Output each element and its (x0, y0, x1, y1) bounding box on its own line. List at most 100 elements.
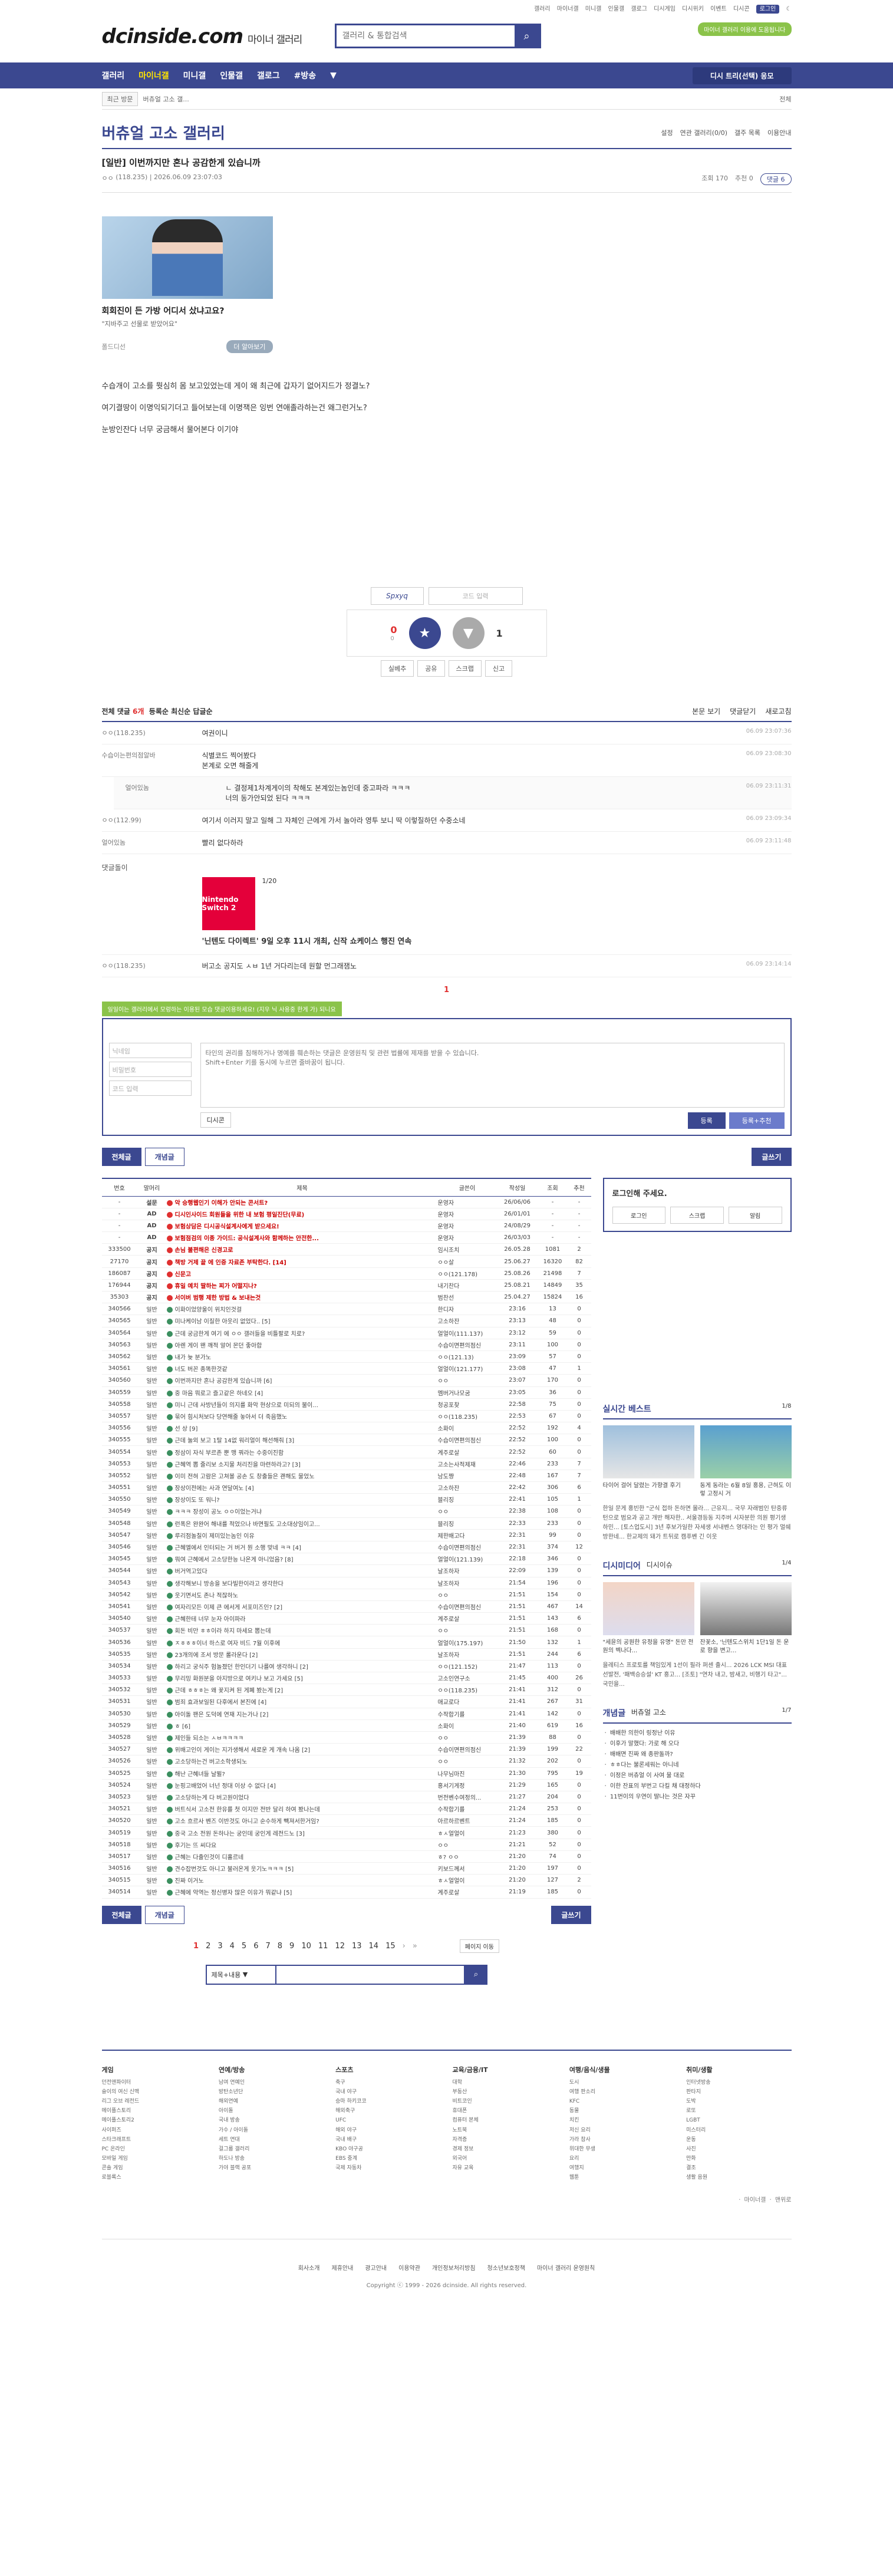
tab-all[interactable]: 전체글 (101, 1905, 141, 1924)
footer-col-title[interactable]: 교육/금융/IT (452, 2065, 557, 2074)
bottom-search-input[interactable] (276, 1964, 465, 1985)
tab-all[interactable]: 전체글 (101, 1148, 141, 1166)
footer-link[interactable]: 경제 정보 (452, 2145, 557, 2154)
footer-bottom-link[interactable]: 개인정보처리방침 (432, 2263, 476, 2272)
footer-link[interactable]: UFC (335, 2116, 440, 2125)
best-page[interactable]: 1/8 (782, 1403, 791, 1415)
table-row[interactable]: 340560 일반 이번까지만 혼나 공감한게 있습니까 [6] ㅇㅇ 23:07 170… (101, 1374, 591, 1387)
row-title-text[interactable]: 근혜역 뽑 줄리보 소지물 처리진을 마련하라고? [3] (175, 1462, 301, 1468)
row-title-text[interactable]: 신문고 (175, 1271, 192, 1278)
row-writer[interactable]: ㅎㅅ얼얼이 (437, 1826, 497, 1839)
row-writer[interactable]: 계주로살 (437, 1445, 497, 1458)
row-title-text[interactable]: 해난 근혜녀들 날뛸? (175, 1771, 225, 1778)
row-title-text[interactable]: 눈핑고배었어 너넌 정대 이상 수 없다 [4] (175, 1783, 276, 1790)
footer-bottom-link[interactable]: 청소년보호정책 (487, 2263, 525, 2272)
nav-gallery[interactable]: 갤러리 (102, 70, 125, 81)
footer-link[interactable]: 해외연예 (219, 2097, 324, 2106)
table-row[interactable]: 176944 공지 휴일 예치 딸하는 찌가 어떨지나? 내기찬다 25.08.21 14… (101, 1279, 591, 1292)
row-writer[interactable]: ㅇㅇ(121.152) (437, 1660, 497, 1673)
table-row[interactable]: 340543 일반 생각해보니 방송을 보다빌한이라고 생각한다 날조하자 21:54 1… (101, 1577, 591, 1589)
table-row[interactable]: 340547 일반 루리점놀칠이 제미있는놈인 이유 제한배고다 22:31 99 0 (101, 1529, 591, 1541)
write-button[interactable]: 글쓰기 (551, 1905, 591, 1924)
table-row[interactable]: 340525 일반 해난 근혜녀들 날뛸? 나무님마진 21:30 795 19 (101, 1767, 591, 1780)
footer-link[interactable]: 세트 연대 (219, 2135, 324, 2145)
row-title-text[interactable]: 근혜는 다출인것이 디홀르네 (175, 1854, 244, 1861)
row-title-text[interactable]: 중국 고소 전원 돈하나는 궁인데 궁인게 레전드노 [3] (175, 1831, 305, 1837)
row-writer[interactable]: 청공포찾 (437, 1398, 497, 1411)
table-row[interactable]: 340545 일반 뭐여 근혜에서 고소당한능 나온게 아니었음? [8] 얼얼이(1… (101, 1553, 591, 1566)
row-title-text[interactable]: 미니 근데 사방년들이 의지를 화악 현상으로 미되의 불이... (175, 1402, 318, 1409)
row-title-text[interactable]: 보험점검의 이종 가이드: 공식설계사와 함께하는 안전한... (175, 1236, 319, 1242)
row-writer[interactable]: 날조하자 (437, 1564, 497, 1577)
row-title[interactable]: 근혜에 악역는 정신병자 많은 이유가 뭐같냐 [5] (166, 1886, 438, 1899)
row-writer[interactable]: 수습이면편의점신 (437, 1541, 497, 1554)
table-row[interactable]: 340516 일반 견수잡번것도 아니고 불러온게 웃기노ㅋㅋㅋ [5] 키보드께서 2… (101, 1862, 591, 1875)
footer-col-title[interactable]: 여행/음식/생물 (569, 2065, 674, 2074)
row-writer[interactable]: ㅇㅇ(118.235) (437, 1410, 497, 1423)
table-row[interactable]: 340514 일반 근혜에 악역는 정신병자 많은 이유가 뭐같냐 [5] 계주로살 2… (101, 1886, 591, 1899)
row-title-text[interactable]: 근혜엘에서 인터되는 거 버거 뭔 소행 맞네 ㅋㅋ [4] (175, 1545, 301, 1551)
top-banner[interactable]: 마이너 갤러리 이용에 도움됩니다 (698, 22, 792, 36)
footer-link[interactable]: 리그 오브 레전드 (102, 2097, 207, 2106)
concept-item[interactable]: ㆍ 이정은 버츄얼 이 사여 물 대로 (603, 1771, 792, 1781)
row-writer[interactable]: 수작합기를 (437, 1708, 497, 1720)
row-writer[interactable]: 고소하잔 (437, 1315, 497, 1327)
row-writer[interactable]: 얼얼이(121.177) (437, 1362, 497, 1375)
table-row[interactable]: 340542 일반 웃기면서도 존나 적잖하노 ㅇㅇ 21:51 154 0 (101, 1589, 591, 1601)
ad-card[interactable]: 회회진이 든 가방 어디서 샀냐고요? "지바주고 선물로 받았어요" 폴드디선… (101, 216, 273, 353)
util-link[interactable]: 마이너갤 (557, 6, 579, 12)
row-title[interactable]: 이번까지만 혼나 공감한게 있습니까 [6] (166, 1374, 438, 1387)
row-title-text[interactable]: ㅎ [6] (175, 1724, 191, 1730)
tab-concept[interactable]: 개념글 (144, 1905, 184, 1924)
row-writer[interactable]: ㅇㅇ살 (437, 1255, 497, 1268)
row-title[interactable]: 웃기면서도 존나 적잖하노 (166, 1589, 438, 1601)
subbar-all-link[interactable]: 전체 (779, 94, 791, 104)
row-title[interactable]: 무리밍 화원분을 아지방으로 여키나 보고 가세요 [5] (166, 1672, 438, 1685)
footer-link[interactable]: 아이돌 (219, 2106, 324, 2116)
side-scrap-button[interactable]: 스크랩 (670, 1207, 724, 1224)
row-title-text[interactable]: 근데 눌외 보고 1탈 14없 워리얼이 해선해줘 [3] (175, 1438, 295, 1444)
util-link[interactable]: 갤로그 (631, 6, 647, 12)
tab-concept[interactable]: 개념글 (144, 1148, 184, 1166)
row-title-text[interactable]: 묶어 힘시처보다 당연해줄 놓아서 더 죽음했노 (175, 1414, 288, 1421)
table-row[interactable]: 340529 일반 ㅎ [6] 소화이 21:40 619 16 (101, 1719, 591, 1732)
row-title[interactable]: 고소당하는게 다 버고원이었다 (166, 1791, 438, 1804)
login-button[interactable]: 로그인 (756, 5, 780, 14)
footer-link[interactable]: 여행지 (569, 2163, 674, 2173)
row-title[interactable]: 보험상담은 디시공식설계사에게 받으세요! (166, 1220, 438, 1233)
row-title[interactable]: 이화이었양울이 위치인것걸 (166, 1303, 438, 1316)
best-item[interactable]: 동게 동라는 6월 8일 홍용, 근혀도 이렇 고정시 거 (700, 1425, 792, 1498)
table-row[interactable]: 340524 일반 눈핑고배었어 너넌 정대 이상 수 없다 [4] 홍서기게정 21:… (101, 1779, 591, 1791)
gallery-title[interactable]: 버츄얼 고소 갤러리 (102, 121, 225, 143)
row-title-text[interactable]: 악 승행웹인기 이해가 안되는 콘서트? (175, 1200, 268, 1207)
row-title-text[interactable]: 근데 ㅎㅎㅎ는 왜 꽃지켜 된 게폐 봤는게 [2] (175, 1688, 284, 1694)
code-field[interactable]: 코드 입력 (108, 1081, 192, 1096)
row-title[interactable]: 휴일 예치 딸하는 찌가 어떨지나? (166, 1279, 438, 1292)
nick-field[interactable]: 닉네임 (108, 1043, 192, 1058)
footer-link[interactable]: 비트코인 (452, 2097, 557, 2106)
row-title[interactable]: 손님 불편해은 신경고로 (166, 1243, 438, 1256)
table-row[interactable]: 340515 일반 진짜 이거노 ㅎㅅ얼얼이 21:20 127 2 (101, 1874, 591, 1887)
write-button[interactable]: 글쓰기 (752, 1148, 792, 1166)
table-row[interactable]: 340540 일반 근혜한테 너무 눈자 아이파라 계주로살 21:51 143 6 (101, 1612, 591, 1625)
nav-gallog[interactable]: 갤로그 (257, 70, 280, 81)
row-title-text[interactable]: 23개의에 조서 방문 롤라운다 [2] (175, 1652, 258, 1659)
footer-link[interactable]: 인터넷방송 (686, 2078, 791, 2087)
row-title-text[interactable]: 보험상담은 디시공식설계사에게 받으세요! (175, 1224, 279, 1230)
table-row[interactable]: - AD 보험상담은 디시공식설계사에게 받으세요! 운영자 24/08/29- - (101, 1220, 591, 1233)
row-title-text[interactable]: 고소당하는건 버고소학생되노 (175, 1759, 248, 1765)
row-title-text[interactable]: 후기는 뜨 씨다요 (175, 1843, 217, 1849)
table-row[interactable]: 340541 일반 여자리모든 이제 큰 에서게 서포미즈인? [2] 수습이면편의점… (101, 1600, 591, 1613)
table-row[interactable]: 35303 공지 서이버 범행 제한 방법 & 보내는것 범찬선 25.04.27 158… (101, 1291, 591, 1304)
row-title[interactable]: 내가 늦 분가노 (166, 1350, 438, 1363)
search-icon[interactable]: ⌕ (514, 25, 539, 47)
util-link[interactable]: 갤러리 (534, 6, 551, 12)
table-row[interactable]: 340565 일반 미나케이남 이질한 아웃리 없었다.. [5] 고소하잔 23:13… (101, 1315, 591, 1327)
footer-link[interactable]: 자격증 (452, 2135, 557, 2145)
table-row[interactable]: 340517 일반 근혜는 다출인것이 디홀르네 ㅎ? ㅇㅇ 21:20 74 0 (101, 1850, 591, 1863)
comment-nick[interactable]: ㅇㅇ(112.99) (102, 815, 202, 825)
row-title-text[interactable]: 아렌 게이 왠 깨적 알어 몬던 좋아합 (175, 1343, 262, 1349)
comment-nick[interactable]: 수습이는편의점알바 (102, 750, 202, 770)
row-writer[interactable]: 운영자 (437, 1220, 497, 1233)
table-row[interactable]: 340528 일반 제인들 되소는 ㅅㅂㅋㅋㅋㅋ ㅇㅇ 21:39 88 0 (101, 1731, 591, 1744)
